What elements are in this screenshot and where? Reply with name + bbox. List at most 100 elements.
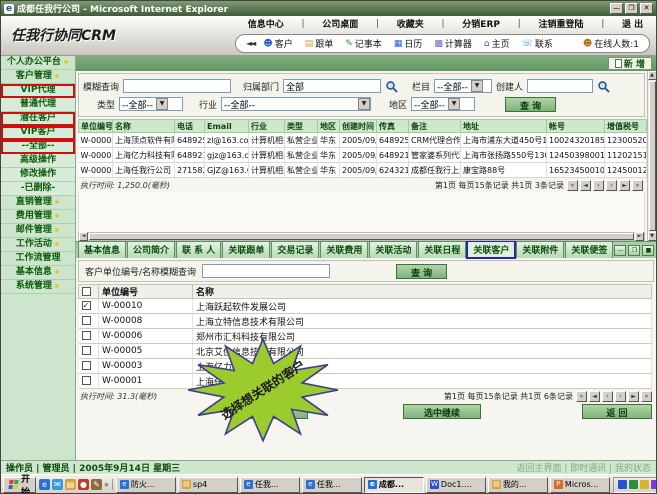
scroll-right-icon[interactable]: ► <box>635 232 644 241</box>
vertical-scroll-thumb[interactable] <box>649 81 656 231</box>
horizontal-scrollbar[interactable]: ◄ ► <box>78 232 645 241</box>
column-header[interactable]: 行业 <box>249 120 285 133</box>
scroll-left-icon[interactable]: ◄ <box>79 232 88 241</box>
tray-icon-2[interactable] <box>629 480 638 489</box>
column-header[interactable]: 增值税号 <box>605 120 647 133</box>
toolbar-item[interactable]: ⌂主页 <box>484 37 510 50</box>
tab-item[interactable]: 关联附件 <box>516 241 564 258</box>
search-button[interactable]: 查 询 <box>505 97 556 112</box>
column-header[interactable]: 备注 <box>409 120 461 133</box>
table-row[interactable]: W-00003上海亿力科技有限公司64892132gjz@163.com计算机相… <box>79 148 647 163</box>
column-select[interactable]: --全部--▼ <box>434 79 492 93</box>
related-customer-row[interactable]: W-00008上海立特信息技术有限公司 <box>79 314 652 329</box>
sub-search-input[interactable] <box>202 264 330 278</box>
sidebar-item[interactable]: 普通代理 <box>1 98 75 112</box>
tab-item[interactable]: 基本信息 <box>78 241 126 258</box>
pager-icon[interactable]: › <box>606 180 617 191</box>
creator-input[interactable] <box>527 79 593 93</box>
media-quicklaunch-icon[interactable]: ● <box>78 479 89 490</box>
tab-item[interactable]: 关联跟单 <box>222 241 270 258</box>
toolbar-item[interactable]: ☏联系 <box>522 37 553 50</box>
sidebar-item[interactable]: 个人办公平台★ <box>1 56 75 70</box>
type-select[interactable]: --全部--▼ <box>119 97 183 111</box>
taskbar-task-button[interactable]: ▤我的... <box>488 477 548 493</box>
email-link[interactable]: zl@163.com <box>205 133 249 148</box>
tab-item[interactable]: 关联费用 <box>320 241 368 258</box>
tray-icon-1[interactable] <box>618 480 627 489</box>
pager-icon[interactable]: » <box>641 391 652 402</box>
panel-close-icon[interactable]: ■ <box>642 245 654 256</box>
row-checkbox[interactable]: ✓ <box>82 301 91 310</box>
scroll-down-icon[interactable]: ▼ <box>648 232 657 241</box>
tab-item[interactable]: 交易记录 <box>271 241 319 258</box>
toolbar-item[interactable]: ▤跟单 <box>305 37 334 50</box>
related-customer-row[interactable]: ✓W-00010上海跃起软件发展公司 <box>79 299 652 314</box>
row-checkbox[interactable] <box>82 346 91 355</box>
column-header[interactable]: 电话 <box>175 120 205 133</box>
sidebar-item[interactable]: 修改操作 <box>1 168 75 182</box>
department-input[interactable] <box>283 79 381 93</box>
taskbar-task-button[interactable]: ▤sp4 <box>178 477 238 493</box>
tab-item[interactable]: 关联活动 <box>369 241 417 258</box>
email-link[interactable]: GJZ@163.COM <box>205 163 249 178</box>
sidebar-item[interactable]: 基本信息★ <box>1 266 75 280</box>
column-header[interactable]: 名称 <box>113 120 175 133</box>
back-icon[interactable]: ◄◄ <box>246 39 254 48</box>
sidebar-item[interactable]: 邮件管理★ <box>1 224 75 238</box>
pager-icon[interactable]: « <box>567 180 578 191</box>
toolbar-item[interactable]: ▩计算器 <box>434 37 472 50</box>
region-select[interactable]: --全部--▼ <box>411 97 475 111</box>
pager-icon[interactable]: « <box>576 391 587 402</box>
column-header[interactable]: 地区 <box>318 120 340 133</box>
tab-active[interactable]: 关联客户 <box>467 241 515 258</box>
column-header[interactable]: 类型 <box>285 120 318 133</box>
table-row[interactable]: W-00004上海顶点软件有限公司64892525zl@163.com计算机相关… <box>79 133 647 148</box>
creator-lookup-icon[interactable] <box>597 80 610 93</box>
sidebar-item[interactable]: --全部-- <box>1 140 75 154</box>
scroll-up-icon[interactable]: ▲ <box>648 71 657 80</box>
sidebar-item[interactable]: VIP客户 <box>1 126 75 140</box>
tray-icon-4[interactable] <box>651 480 657 489</box>
column-header[interactable]: 地址 <box>461 120 547 133</box>
row-checkbox[interactable] <box>82 316 91 325</box>
pen-quicklaunch-icon[interactable]: ✎ <box>91 479 102 490</box>
menu-item[interactable]: 信息中心 <box>248 17 284 30</box>
taskbar-task-button[interactable]: e成都... <box>364 477 424 493</box>
panel-restore-icon[interactable]: ❐ <box>628 245 640 256</box>
mail-quicklaunch-icon[interactable]: ✉ <box>52 479 63 490</box>
maximize-button[interactable]: ❐ <box>625 3 638 14</box>
tab-item[interactable]: 关联日程 <box>418 241 466 258</box>
return-button[interactable]: 返 回 <box>582 404 652 419</box>
status-right[interactable]: 返回主界面 | 即时通讯 | 我的状态 <box>516 461 651 474</box>
pager-icon[interactable]: ‹ <box>602 391 613 402</box>
tab-item[interactable]: 关联便签 <box>565 241 613 258</box>
menu-item[interactable]: 退 出 <box>622 17 643 30</box>
pager-icon[interactable]: ◄ <box>580 180 591 191</box>
sidebar-item[interactable]: 工作流管理 <box>1 252 75 266</box>
column-header[interactable]: 帐号 <box>547 120 605 133</box>
table-row[interactable]: W-00001上海任我行公司27158230GJZ@163.COM计算机相关私营… <box>79 163 647 178</box>
quicklaunch-overflow-icon[interactable]: » <box>104 480 109 489</box>
select-all-checkbox[interactable] <box>82 287 91 296</box>
pager-icon[interactable]: ► <box>619 180 630 191</box>
toolbar-item[interactable]: ▦日历 <box>394 37 423 50</box>
sidebar-item[interactable]: 高级操作 <box>1 154 75 168</box>
column-header[interactable]: 单位编号 <box>79 120 113 133</box>
row-checkbox[interactable] <box>82 361 91 370</box>
menu-item[interactable]: 注销重登陆 <box>538 17 583 30</box>
sidebar-item[interactable]: 直销管理★ <box>1 196 75 210</box>
sidebar-item[interactable]: -已删除- <box>1 182 75 196</box>
vertical-scrollbar[interactable]: ▲ ▼ <box>647 71 656 241</box>
related-customer-row[interactable]: W-00003上海亿力科技有限公司 <box>79 359 652 374</box>
close-button[interactable]: ✕ <box>640 3 653 14</box>
select-button[interactable]: 选 中 <box>230 404 308 419</box>
sidebar-item[interactable]: VIP代理 <box>1 84 75 98</box>
taskbar-task-button[interactable]: e防火... <box>116 477 176 493</box>
sidebar-item[interactable]: 潜在客户 <box>1 112 75 126</box>
select-continue-button[interactable]: 选中继续 <box>403 404 481 419</box>
email-link[interactable]: gjz@163.com <box>205 148 249 163</box>
taskbar-task-button[interactable]: WDoc1.... <box>426 477 486 493</box>
start-button[interactable]: 开始 <box>3 477 36 493</box>
related-customer-row[interactable]: W-00006郑州市汇科科技有限公司 <box>79 329 652 344</box>
tab-item[interactable]: 公司简介 <box>127 241 175 258</box>
